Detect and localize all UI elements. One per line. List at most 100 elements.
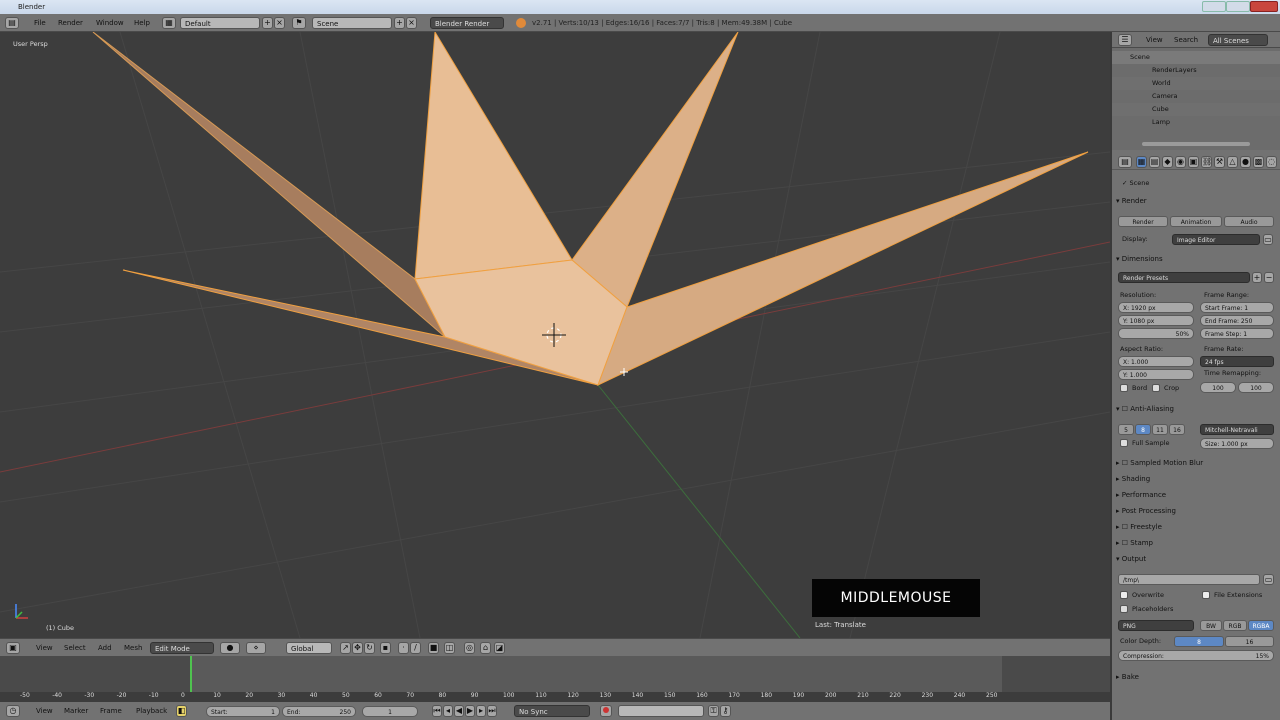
timeline[interactable]: [0, 656, 1110, 702]
render-preview-icon[interactable]: ◪: [494, 642, 505, 654]
menu-file[interactable]: File: [30, 17, 50, 29]
placeholders-checkbox[interactable]: [1120, 605, 1128, 613]
material-tab-icon[interactable]: ●: [1240, 156, 1251, 168]
panel-dimensions[interactable]: ▾ Dimensions: [1116, 252, 1276, 266]
color-bw-button[interactable]: BW: [1200, 620, 1222, 631]
editor-type-icon[interactable]: ☰: [1118, 34, 1132, 46]
menu-render[interactable]: Render: [54, 17, 87, 29]
menu-playback[interactable]: Playback: [132, 705, 171, 717]
res-y-field[interactable]: Y: 1080 px: [1118, 315, 1194, 326]
editor-type-icon[interactable]: ▤: [1118, 156, 1132, 168]
outliner-item-lamp[interactable]: Lamp: [1112, 116, 1280, 129]
start-frame-field[interactable]: Start: 1: [206, 706, 280, 717]
scene-tab-icon[interactable]: ◆: [1162, 156, 1173, 168]
panel-anti-aliasing[interactable]: ▾ ☐ Anti-Aliasing: [1116, 402, 1276, 416]
end-frame-prop[interactable]: End Frame: 250: [1200, 315, 1274, 326]
compression-slider[interactable]: Compression: 15%: [1118, 650, 1274, 661]
aa-samples-5[interactable]: 5: [1118, 424, 1134, 435]
manipulator-icon[interactable]: ↗: [340, 642, 351, 654]
file-extensions-checkbox[interactable]: [1202, 591, 1210, 599]
layout-add-button[interactable]: +: [262, 17, 273, 29]
layout-select[interactable]: Default: [180, 17, 260, 29]
outliner[interactable]: ☰ View Search All Scenes Scene RenderLay…: [1112, 32, 1280, 150]
aa-samples-11[interactable]: 11: [1152, 424, 1168, 435]
face-select-icon[interactable]: ■: [428, 642, 439, 654]
sync-select[interactable]: No Sync: [514, 705, 590, 717]
outliner-scrollbar[interactable]: [1142, 142, 1250, 146]
proportional-icon[interactable]: ◎: [464, 642, 475, 654]
layers-tab-icon[interactable]: ▤: [1149, 156, 1160, 168]
scene-remove-button[interactable]: ×: [406, 17, 417, 29]
object-tab-icon[interactable]: ▣: [1188, 156, 1199, 168]
play-reverse-icon[interactable]: ◀: [454, 705, 464, 717]
outliner-display-select[interactable]: All Scenes: [1208, 34, 1268, 46]
menu-frame[interactable]: Frame: [96, 705, 126, 717]
render-presets-select[interactable]: Render Presets: [1118, 272, 1250, 283]
preset-remove-icon[interactable]: −: [1264, 272, 1274, 283]
scene-icon[interactable]: ⚑: [292, 17, 306, 29]
display-select[interactable]: Image Editor: [1172, 234, 1260, 245]
delete-key-icon[interactable]: ⚷: [720, 705, 731, 717]
render-engine-select[interactable]: Blender Render: [430, 17, 504, 29]
preset-add-icon[interactable]: +: [1252, 272, 1262, 283]
menu-window[interactable]: Window: [92, 17, 128, 29]
color-rgba-button[interactable]: RGBA: [1248, 620, 1274, 631]
display-extra-icon[interactable]: ▭: [1263, 234, 1273, 245]
next-key-icon[interactable]: ▸: [476, 705, 486, 717]
layout-icon[interactable]: ▦: [162, 17, 176, 29]
current-frame-field[interactable]: 1: [362, 706, 418, 717]
panel-stamp[interactable]: ▸ ☐ Stamp: [1116, 536, 1276, 550]
constraints-tab-icon[interactable]: ⛓: [1201, 156, 1212, 168]
translate-icon[interactable]: ✥: [352, 642, 363, 654]
layout-remove-button[interactable]: ×: [274, 17, 285, 29]
render-button[interactable]: Render: [1118, 216, 1168, 227]
panel-performance[interactable]: ▸ Performance: [1116, 488, 1276, 502]
border-checkbox[interactable]: [1120, 384, 1128, 392]
time-remap-new[interactable]: 100: [1238, 382, 1274, 393]
pivot-select[interactable]: ⋄: [246, 642, 266, 654]
modifiers-tab-icon[interactable]: ⚒: [1214, 156, 1225, 168]
orientation-select[interactable]: Global: [286, 642, 332, 654]
aa-samples-8[interactable]: 8: [1135, 424, 1151, 435]
full-sample-checkbox[interactable]: [1120, 439, 1128, 447]
outliner-item-world[interactable]: World: [1112, 77, 1280, 90]
panel-output[interactable]: ▾ Output: [1116, 552, 1276, 566]
scene-add-button[interactable]: +: [394, 17, 405, 29]
world-tab-icon[interactable]: ◉: [1175, 156, 1186, 168]
snap-icon[interactable]: ⌂: [480, 642, 491, 654]
end-frame-field[interactable]: End: 250: [282, 706, 356, 717]
minimize-button[interactable]: [1202, 1, 1226, 12]
prev-key-icon[interactable]: ◂: [443, 705, 453, 717]
aspect-y-field[interactable]: Y: 1.000: [1118, 369, 1194, 380]
viewport-canvas[interactable]: [0, 32, 1110, 638]
rotate-icon[interactable]: ↻: [364, 642, 375, 654]
menu-view[interactable]: View: [32, 642, 57, 654]
color-depth-16[interactable]: 16: [1225, 636, 1274, 647]
audio-button[interactable]: Audio: [1224, 216, 1274, 227]
menu-help[interactable]: Help: [130, 17, 154, 29]
outliner-tab-search[interactable]: Search: [1170, 34, 1202, 46]
aspect-x-field[interactable]: X: 1.000: [1118, 356, 1194, 367]
play-icon[interactable]: ▶: [465, 705, 475, 717]
panel-render[interactable]: ▾ Render: [1116, 194, 1276, 208]
color-depth-8[interactable]: 8: [1174, 636, 1224, 647]
menu-add[interactable]: Add: [94, 642, 116, 654]
menu-mesh[interactable]: Mesh: [120, 642, 146, 654]
time-remap-old[interactable]: 100: [1200, 382, 1236, 393]
aa-filter-select[interactable]: Mitchell-Netravali: [1200, 424, 1274, 435]
editor-type-icon[interactable]: ◷: [6, 705, 20, 717]
aa-size-field[interactable]: Size: 1.000 px: [1200, 438, 1274, 449]
panel-post-processing[interactable]: ▸ Post Processing: [1116, 504, 1276, 518]
insert-key-icon[interactable]: ⚿: [708, 705, 719, 717]
outliner-item-scene[interactable]: Scene: [1112, 51, 1280, 64]
mesh-face-top-right[interactable]: [571, 32, 739, 308]
folder-icon[interactable]: ▭: [1263, 574, 1274, 585]
texture-tab-icon[interactable]: ▩: [1253, 156, 1264, 168]
overwrite-checkbox[interactable]: [1120, 591, 1128, 599]
menu-marker[interactable]: Marker: [60, 705, 92, 717]
close-button[interactable]: [1250, 1, 1278, 12]
preview-range-icon[interactable]: ◧: [176, 705, 187, 717]
data-tab-icon[interactable]: △: [1227, 156, 1238, 168]
jump-end-icon[interactable]: ⏭: [487, 705, 497, 717]
layers-icon[interactable]: ▪: [380, 642, 391, 654]
